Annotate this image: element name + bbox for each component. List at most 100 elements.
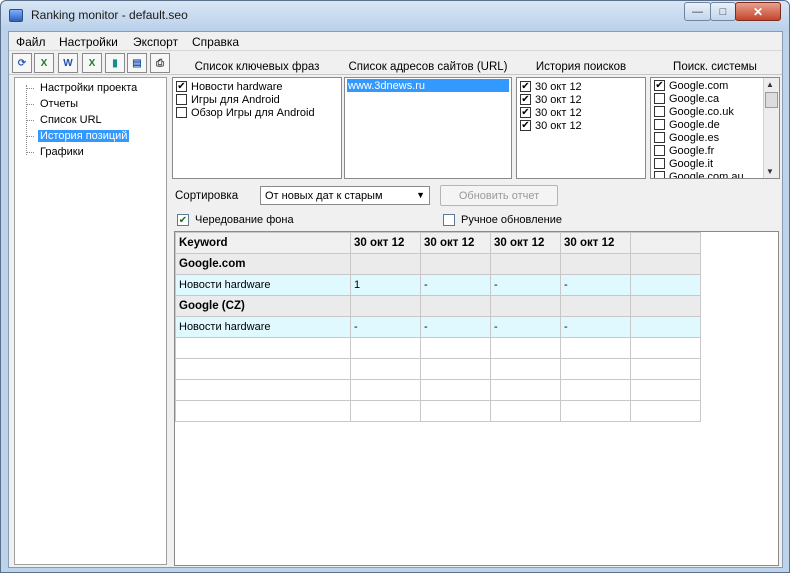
maximize-button[interactable]: □ <box>710 2 736 21</box>
menu-export[interactable]: Экспорт <box>133 35 178 49</box>
table-row[interactable] <box>175 400 701 422</box>
engine-label: Google.co.uk <box>669 105 734 118</box>
checkbox-icon[interactable] <box>654 132 665 143</box>
manual-update-option[interactable]: Ручное обновление <box>443 214 562 226</box>
engines-list[interactable]: ✔ Google.com Google.ca Google.co.uk Googl… <box>650 77 780 179</box>
column-header[interactable]: 30 окт 12 <box>350 232 421 254</box>
sort-label: Сортировка <box>175 190 239 202</box>
tree-item-reports[interactable]: Отчеты <box>26 97 80 111</box>
engines-scrollbar[interactable]: ▲ ▼ <box>763 78 779 178</box>
column-header[interactable]: 30 окт 12 <box>490 232 561 254</box>
engine-label: Google.it <box>669 157 714 170</box>
window-title: Ranking monitor - default.seo <box>31 8 188 22</box>
checkbox-checked-icon[interactable]: ✔ <box>520 94 531 105</box>
app-window: Ranking monitor - default.seo — □ ✕ Файл… <box>0 0 790 573</box>
excel-icon[interactable]: X <box>34 53 54 73</box>
engine-item[interactable]: Google.fr <box>651 144 779 157</box>
title-bar[interactable]: Ranking monitor - default.seo — □ ✕ <box>1 1 789 31</box>
manual-update-label: Ручное обновление <box>461 214 563 226</box>
checkbox-icon[interactable] <box>176 94 187 105</box>
tree-item-url-list[interactable]: Список URL <box>26 113 104 127</box>
table-cell <box>560 400 631 422</box>
tree-item-charts[interactable]: Графики <box>26 145 86 159</box>
checkbox-checked-icon[interactable]: ✔ <box>176 81 187 92</box>
table-cell <box>420 295 491 317</box>
close-button[interactable]: ✕ <box>735 2 781 21</box>
table-row[interactable]: Google (CZ) <box>175 295 701 317</box>
table-row[interactable]: Новости hardware 1 - - - <box>175 274 701 296</box>
column-header[interactable]: 30 окт 12 <box>560 232 631 254</box>
keyword-item[interactable]: Обзор Игры для Android <box>173 106 341 119</box>
sort-select-value: От новых дат к старым <box>265 189 383 202</box>
table-cell <box>630 295 701 317</box>
tree-item-project-settings[interactable]: Настройки проекта <box>26 81 139 95</box>
table-cell: 1 <box>350 274 421 296</box>
print-icon[interactable]: ⎙ <box>150 53 170 73</box>
checkbox-checked-icon[interactable]: ✔ <box>177 214 189 226</box>
sort-select[interactable]: От новых дат к старым ▼ <box>260 186 430 205</box>
tree-item-position-history[interactable]: История позиций <box>26 129 130 143</box>
table-row[interactable]: Новости hardware - - - - <box>175 316 701 338</box>
column-header[interactable]: Keyword <box>175 232 351 254</box>
chevron-down-icon[interactable]: ▼ <box>416 190 425 200</box>
minimize-button[interactable]: — <box>684 2 711 21</box>
menu-settings[interactable]: Настройки <box>59 35 118 49</box>
alternate-bg-option[interactable]: ✔ Чередование фона <box>177 214 294 226</box>
table-row[interactable] <box>175 337 701 359</box>
history-item[interactable]: ✔ 30 окт 12 <box>517 106 645 119</box>
results-grid[interactable]: Keyword 30 окт 12 30 окт 12 30 окт 12 30… <box>174 231 779 566</box>
engine-item[interactable]: ✔ Google.com <box>651 79 779 92</box>
checkbox-icon[interactable] <box>176 107 187 118</box>
scroll-up-icon[interactable]: ▲ <box>766 80 774 89</box>
engine-item[interactable]: Google.com.au <box>651 170 779 178</box>
table-cell: Google.com <box>175 253 351 275</box>
checkbox-checked-icon[interactable]: ✔ <box>520 81 531 92</box>
table-row[interactable] <box>175 358 701 380</box>
table-row[interactable] <box>175 379 701 401</box>
scroll-thumb[interactable] <box>765 92 778 108</box>
history-label-text: 30 окт 12 <box>535 80 582 93</box>
history-label-text: 30 окт 12 <box>535 93 582 106</box>
tree-item-label: Настройки проекта <box>40 82 138 94</box>
keyword-item[interactable]: Игры для Android <box>173 93 341 106</box>
checkbox-icon[interactable] <box>654 145 665 156</box>
checkbox-icon[interactable] <box>443 214 455 226</box>
table-row[interactable]: Google.com <box>175 253 701 275</box>
checkbox-icon[interactable] <box>654 158 665 169</box>
engine-item[interactable]: Google.de <box>651 118 779 131</box>
checkbox-icon[interactable] <box>654 171 665 178</box>
checkbox-icon[interactable] <box>654 93 665 104</box>
history-item[interactable]: ✔ 30 окт 12 <box>517 80 645 93</box>
engine-item[interactable]: Google.it <box>651 157 779 170</box>
engine-item[interactable]: Google.ca <box>651 92 779 105</box>
checkbox-checked-icon[interactable]: ✔ <box>520 107 531 118</box>
checkbox-icon[interactable] <box>654 106 665 117</box>
menu-help[interactable]: Справка <box>192 35 239 49</box>
update-report-button[interactable]: Обновить отчет <box>440 185 558 206</box>
table-cell <box>630 358 701 380</box>
checkbox-icon[interactable] <box>654 119 665 130</box>
engine-item[interactable]: Google.co.uk <box>651 105 779 118</box>
url-item[interactable]: www.3dnews.ru <box>347 79 509 92</box>
table-cell <box>630 400 701 422</box>
menu-file[interactable]: Файл <box>16 35 46 49</box>
history-item[interactable]: ✔ 30 окт 12 <box>517 93 645 106</box>
urls-list[interactable]: www.3dnews.ru <box>344 77 512 179</box>
checkbox-checked-icon[interactable]: ✔ <box>654 80 665 91</box>
column-header[interactable]: 30 окт 12 <box>420 232 491 254</box>
checkbox-checked-icon[interactable]: ✔ <box>520 120 531 131</box>
column-header[interactable] <box>630 232 701 254</box>
book-icon[interactable]: ▮ <box>105 53 125 73</box>
table-cell <box>630 253 701 275</box>
table-cell <box>490 337 561 359</box>
excel-export-icon[interactable]: X <box>82 53 102 73</box>
history-list[interactable]: ✔ 30 окт 12 ✔ 30 окт 12 ✔ 30 окт 12 ✔ 30 окт… <box>516 77 646 179</box>
web-icon[interactable]: ▤ <box>127 53 147 73</box>
history-item[interactable]: ✔ 30 окт 12 <box>517 119 645 132</box>
engine-item[interactable]: Google.es <box>651 131 779 144</box>
keyword-item[interactable]: ✔ Новости hardware <box>173 80 341 93</box>
scroll-down-icon[interactable]: ▼ <box>766 167 774 176</box>
refresh-icon[interactable]: ⟳ <box>12 53 32 73</box>
keywords-list[interactable]: ✔ Новости hardware Игры для Android Обзор… <box>172 77 342 179</box>
word-icon[interactable]: W <box>58 53 78 73</box>
